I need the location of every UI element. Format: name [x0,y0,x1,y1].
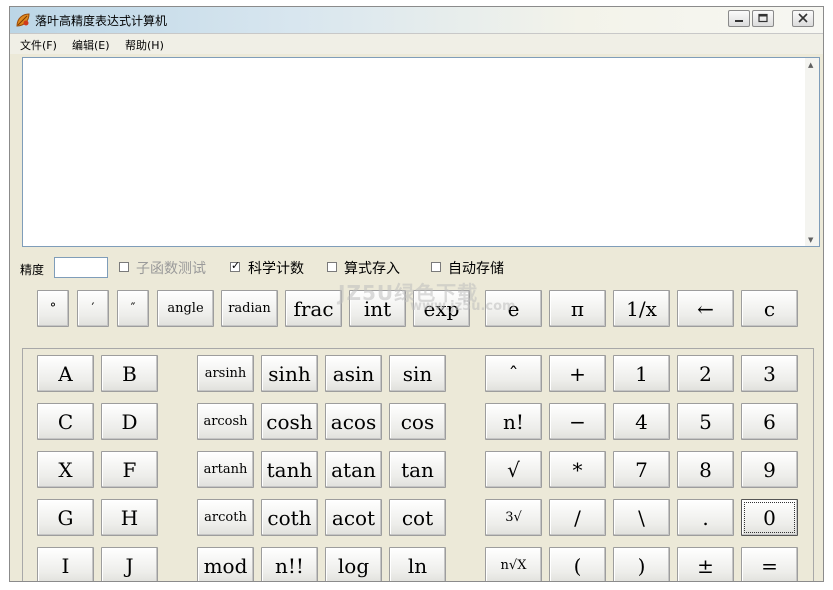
log-button[interactable]: log [325,547,382,581]
coth-button[interactable]: coth [261,499,318,536]
digit-7-button[interactable]: 7 [613,451,670,488]
watermark-url: www.jz5u.com [410,299,516,314]
menu-file[interactable]: 文件(F) [20,37,57,53]
nth-root-button[interactable]: n√X [485,547,542,581]
precision-label: 精度 [20,263,45,277]
equals-button[interactable]: = [741,547,798,581]
digit-8-button[interactable]: 8 [677,451,734,488]
sci-notation-checkbox[interactable] [230,259,240,272]
window-title: 落叶高精度表达式计算机 [35,14,168,28]
acos-button[interactable]: acos [325,403,382,440]
var-i-button[interactable]: I [37,547,94,581]
plus-button[interactable]: + [549,355,606,392]
divide-button[interactable]: / [549,499,606,536]
menu-help[interactable]: 帮助(H) [125,37,164,53]
close-icon [798,13,808,23]
second-button[interactable]: ″ [117,290,149,327]
artanh-button[interactable]: artanh [197,451,254,488]
var-c-button[interactable]: C [37,403,94,440]
digit-5-button[interactable]: 5 [677,403,734,440]
int-divide-button[interactable]: \ [613,499,670,536]
atan-button[interactable]: atan [325,451,382,488]
digit-0-button[interactable]: 0 [741,499,798,536]
auto-save-label: 自动存储 [448,261,504,277]
tan-button[interactable]: tan [389,451,446,488]
expression-input[interactable] [22,57,820,247]
precision-input[interactable] [54,257,108,278]
right-paren-button[interactable]: ) [613,547,670,581]
title-bar[interactable]: 落叶高精度表达式计算机 [10,7,823,34]
subfunc-test-label: 子函数测试 [136,261,206,277]
left-paren-button[interactable]: ( [549,547,606,581]
cube-root-button[interactable]: 3√ [485,499,542,536]
scroll-up-icon[interactable]: ▲ [808,61,813,69]
subfunc-test-checkbox[interactable] [119,262,129,272]
multiply-button[interactable]: * [549,451,606,488]
degree-button[interactable]: ° [37,290,69,327]
var-d-button[interactable]: D [101,403,158,440]
digit-6-button[interactable]: 6 [741,403,798,440]
mod-button[interactable]: mod [197,547,254,581]
var-h-button[interactable]: H [101,499,158,536]
tanh-button[interactable]: tanh [261,451,318,488]
digit-2-button[interactable]: 2 [677,355,734,392]
close-button[interactable] [792,10,814,27]
digit-1-button[interactable]: 1 [613,355,670,392]
expression-scrollbar[interactable]: ▲ ▼ [805,58,819,246]
double-factorial-button[interactable]: n!! [261,547,318,581]
minute-button[interactable]: ′ [77,290,109,327]
sinh-button[interactable]: sinh [261,355,318,392]
scroll-down-icon[interactable]: ▼ [808,236,813,244]
acot-button[interactable]: acot [325,499,382,536]
sci-notation-label: 科学计数 [248,261,304,277]
angle-button[interactable]: angle [157,290,214,327]
var-f-button[interactable]: F [101,451,158,488]
power-button[interactable]: ˆ [485,355,542,392]
restore-icon [758,13,768,23]
cosh-button[interactable]: cosh [261,403,318,440]
store-expr-checkbox[interactable] [327,262,337,272]
minus-button[interactable]: − [549,403,606,440]
auto-save-checkbox[interactable] [431,262,441,272]
var-b-button[interactable]: B [101,355,158,392]
var-a-button[interactable]: A [37,355,94,392]
arcoth-button[interactable]: arcoth [197,499,254,536]
calculator-window: 落叶高精度表达式计算机 文件(F) 编辑(E) 帮助(H) ▲ ▼ 精度 子函数… [9,6,824,582]
backspace-button[interactable]: ← [677,290,734,327]
menu-edit[interactable]: 编辑(E) [72,37,110,53]
cot-button[interactable]: cot [389,499,446,536]
store-expr-label: 算式存入 [344,261,400,277]
asin-button[interactable]: asin [325,355,382,392]
digit-3-button[interactable]: 3 [741,355,798,392]
digit-4-button[interactable]: 4 [613,403,670,440]
ln-button[interactable]: ln [389,547,446,581]
menu-bar: 文件(F) 编辑(E) 帮助(H) [10,34,823,54]
factorial-button[interactable]: n! [485,403,542,440]
var-j-button[interactable]: J [101,547,158,581]
clear-button[interactable]: c [741,290,798,327]
frac-button[interactable]: frac [285,290,342,327]
var-g-button[interactable]: G [37,499,94,536]
reciprocal-button[interactable]: 1/x [613,290,670,327]
decimal-point-button[interactable]: . [677,499,734,536]
pi-button[interactable]: π [549,290,606,327]
sin-button[interactable]: sin [389,355,446,392]
minimize-icon [735,20,743,22]
arcosh-button[interactable]: arcosh [197,403,254,440]
plus-minus-button[interactable]: ± [677,547,734,581]
maximize-button[interactable] [752,10,774,27]
cos-button[interactable]: cos [389,403,446,440]
radian-button[interactable]: radian [221,290,278,327]
var-x-button[interactable]: X [37,451,94,488]
digit-9-button[interactable]: 9 [741,451,798,488]
minimize-button[interactable] [728,10,750,27]
arsinh-button[interactable]: arsinh [197,355,254,392]
app-leaf-icon [15,12,31,28]
sqrt-button[interactable]: √ [485,451,542,488]
